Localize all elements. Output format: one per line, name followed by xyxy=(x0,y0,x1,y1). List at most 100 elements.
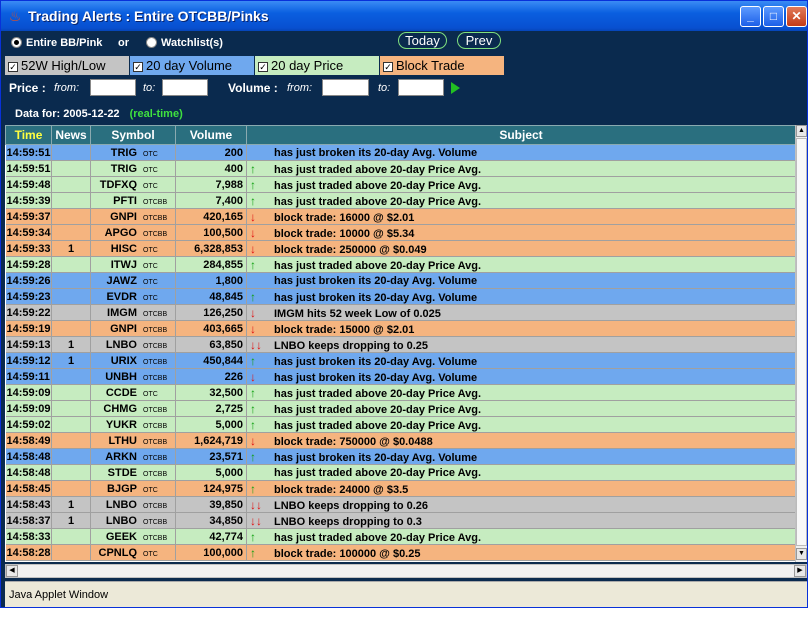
cell-symbol[interactable]: TRIG OTC xyxy=(90,144,176,161)
cell-news[interactable] xyxy=(51,400,91,417)
cell-news[interactable] xyxy=(51,544,91,561)
cell-news[interactable] xyxy=(51,480,91,497)
scroll-thumb[interactable] xyxy=(796,138,807,546)
today-button[interactable]: Today xyxy=(398,32,447,49)
price-from-input[interactable] xyxy=(90,79,136,96)
scroll-left-icon[interactable]: ◀ xyxy=(6,565,18,577)
table-row[interactable]: 14:58:48 STDE OTCBB 5,000 has just traded ab… xyxy=(5,464,795,481)
cell-symbol[interactable]: HISC OTC xyxy=(90,240,176,257)
cell-symbol[interactable]: CCDE OTC xyxy=(90,384,176,401)
cell-symbol[interactable]: GEEK OTCBB xyxy=(90,528,176,545)
cell-news[interactable] xyxy=(51,272,91,289)
minimize-button[interactable]: _ xyxy=(740,6,761,27)
table-row[interactable]: 14:59:26 JAWZ OTC 1,800 has just broken its … xyxy=(5,272,795,289)
col-news-header[interactable]: News xyxy=(51,125,91,145)
table-row[interactable]: 14:59:19 GNPI OTCBB 403,665 ↓ block trade: 15… xyxy=(5,320,795,337)
cell-symbol[interactable]: GNPI OTCBB xyxy=(90,208,176,225)
prev-button[interactable]: Prev xyxy=(457,32,501,49)
cell-news[interactable] xyxy=(51,304,91,321)
scroll-right-icon[interactable]: ▶ xyxy=(794,565,806,577)
cell-news[interactable] xyxy=(51,224,91,241)
cell-news[interactable]: 1 xyxy=(51,512,91,529)
col-volume-header[interactable]: Volume xyxy=(175,125,247,145)
cell-symbol[interactable]: TRIG OTC xyxy=(90,160,176,177)
table-row[interactable]: 14:58:37 1 LNBO OTCBB 34,850 ↓↓ LNBO keeps dro… xyxy=(5,512,795,529)
cell-news[interactable] xyxy=(51,448,91,465)
table-row[interactable]: 14:58:28 CPNLQ OTC 100,000 ↑ block trade: 100… xyxy=(5,544,795,561)
checkbox-52w-high-low[interactable]: ✓ 52W High/Low xyxy=(5,56,129,75)
cell-news[interactable] xyxy=(51,384,91,401)
cell-symbol[interactable]: IMGM OTCBB xyxy=(90,304,176,321)
checkbox-20-day-volume[interactable]: ✓ 20 day Volume xyxy=(130,56,254,75)
table-row[interactable]: 14:59:28 ITWJ OTC 284,855 ↑ has just traded a… xyxy=(5,256,795,273)
close-button[interactable]: ✕ xyxy=(786,6,807,27)
go-play-icon[interactable] xyxy=(451,82,460,94)
cell-news[interactable] xyxy=(51,176,91,193)
table-row[interactable]: 14:59:51 TRIG OTC 200 has just broken its 20… xyxy=(5,144,795,161)
cell-symbol[interactable]: LTHU OTCBB xyxy=(90,432,176,449)
table-row[interactable]: 14:59:34 APGO OTCBB 100,500 ↓ block trade: 10… xyxy=(5,224,795,241)
cell-news[interactable] xyxy=(51,464,91,481)
horizontal-scrollbar[interactable]: ◀ ▶ xyxy=(5,564,807,578)
cell-symbol[interactable]: YUKR OTCBB xyxy=(90,416,176,433)
table-row[interactable]: 14:59:39 PFTI OTCBB 7,400 ↑ has just traded a… xyxy=(5,192,795,209)
cell-news[interactable] xyxy=(51,160,91,177)
table-row[interactable]: 14:58:45 BJGP OTC 124,975 ↑ block trade: 2400… xyxy=(5,480,795,497)
cell-symbol[interactable]: LNBO OTCBB xyxy=(90,336,176,353)
maximize-button[interactable]: □ xyxy=(763,6,784,27)
cell-symbol[interactable]: CPNLQ OTC xyxy=(90,544,176,561)
cell-symbol[interactable]: APGO OTCBB xyxy=(90,224,176,241)
cell-news[interactable] xyxy=(51,288,91,305)
cell-news[interactable]: 1 xyxy=(51,352,91,369)
cell-symbol[interactable]: ITWJ OTC xyxy=(90,256,176,273)
table-row[interactable]: 14:58:43 1 LNBO OTCBB 39,850 ↓↓ LNBO keeps dro… xyxy=(5,496,795,513)
col-symbol-header[interactable]: Symbol xyxy=(90,125,176,145)
cell-news[interactable]: 1 xyxy=(51,496,91,513)
cell-symbol[interactable]: CHMG OTCBB xyxy=(90,400,176,417)
cell-symbol[interactable]: LNBO OTCBB xyxy=(90,512,176,529)
table-row[interactable]: 14:58:33 GEEK OTCBB 42,774 ↑ has just traded … xyxy=(5,528,795,545)
checkbox-block-trade[interactable]: ✓ Block Trade xyxy=(380,56,504,75)
table-row[interactable]: 14:59:02 YUKR OTCBB 5,000 ↑ has just traded a… xyxy=(5,416,795,433)
cell-symbol[interactable]: LNBO OTCBB xyxy=(90,496,176,513)
table-row[interactable]: 14:59:11 UNBH OTCBB 226 ↓ has just broken its… xyxy=(5,368,795,385)
table-row[interactable]: 14:59:12 1 URIX OTCBB 450,844 ↑ has just broke… xyxy=(5,352,795,369)
cell-news[interactable] xyxy=(51,528,91,545)
cell-news[interactable] xyxy=(51,416,91,433)
price-to-input[interactable] xyxy=(162,79,208,96)
scroll-up-icon[interactable]: ▲ xyxy=(796,125,807,137)
cell-news[interactable] xyxy=(51,256,91,273)
cell-symbol[interactable]: JAWZ OTC xyxy=(90,272,176,289)
radio-entire-bb-pink[interactable]: Entire BB/Pink xyxy=(11,37,102,49)
table-row[interactable]: 14:59:22 IMGM OTCBB 126,250 ↓ IMGM hits 52 we… xyxy=(5,304,795,321)
table-row[interactable]: 14:59:48 TDFXQ OTC 7,988 ↑ has just traded ab… xyxy=(5,176,795,193)
cell-news[interactable] xyxy=(51,192,91,209)
cell-news[interactable] xyxy=(51,368,91,385)
table-row[interactable]: 14:59:33 1 HISC OTC 6,328,853 ↓ block trade: 2… xyxy=(5,240,795,257)
cell-symbol[interactable]: GNPI OTCBB xyxy=(90,320,176,337)
cell-news[interactable] xyxy=(51,144,91,161)
cell-news[interactable] xyxy=(51,432,91,449)
cell-symbol[interactable]: EVDR OTC xyxy=(90,288,176,305)
radio-watchlists[interactable]: Watchlist(s) xyxy=(146,37,223,49)
cell-news[interactable]: 1 xyxy=(51,240,91,257)
table-row[interactable]: 14:59:37 GNPI OTCBB 420,165 ↓ block trade: 16… xyxy=(5,208,795,225)
cell-symbol[interactable]: TDFXQ OTC xyxy=(90,176,176,193)
cell-symbol[interactable]: STDE OTCBB xyxy=(90,464,176,481)
volume-to-input[interactable] xyxy=(398,79,444,96)
cell-symbol[interactable]: UNBH OTCBB xyxy=(90,368,176,385)
checkbox-20-day-price[interactable]: ✓ 20 day Price xyxy=(255,56,379,75)
table-row[interactable]: 14:59:09 CCDE OTC 32,500 ↑ has just traded ab… xyxy=(5,384,795,401)
table-row[interactable]: 14:59:51 TRIG OTC 400 ↑ has just traded above… xyxy=(5,160,795,177)
vertical-scrollbar[interactable]: ▲ ▼ xyxy=(795,125,807,562)
cell-news[interactable] xyxy=(51,208,91,225)
cell-symbol[interactable]: ARKN OTCBB xyxy=(90,448,176,465)
cell-news[interactable]: 1 xyxy=(51,336,91,353)
cell-symbol[interactable]: PFTI OTCBB xyxy=(90,192,176,209)
table-row[interactable]: 14:59:23 EVDR OTC 48,845 ↑ has just broken it… xyxy=(5,288,795,305)
cell-news[interactable] xyxy=(51,320,91,337)
table-row[interactable]: 14:58:48 ARKN OTCBB 23,571 ↑ has just broken … xyxy=(5,448,795,465)
cell-symbol[interactable]: URIX OTCBB xyxy=(90,352,176,369)
volume-from-input[interactable] xyxy=(322,79,369,96)
cell-symbol[interactable]: BJGP OTC xyxy=(90,480,176,497)
